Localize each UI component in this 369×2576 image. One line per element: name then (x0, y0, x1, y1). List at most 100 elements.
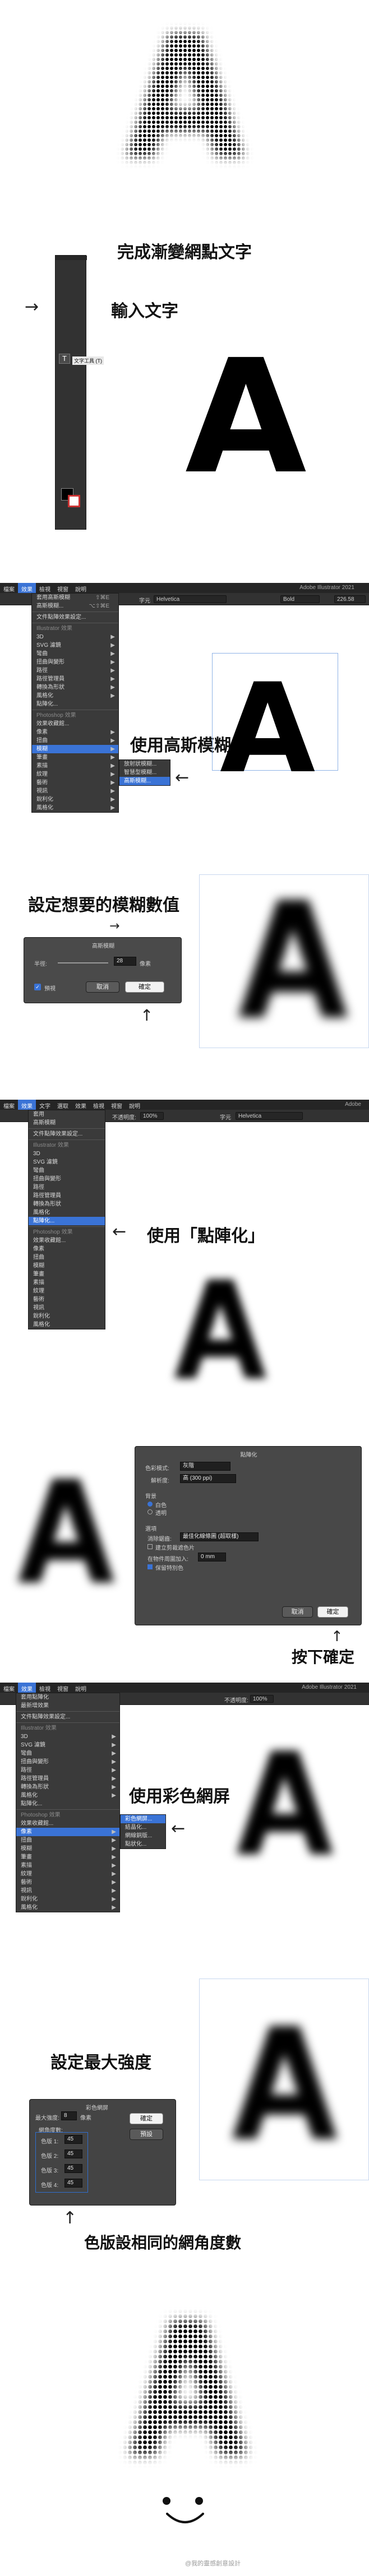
radius-slider[interactable] (58, 962, 108, 963)
menu-item[interactable]: 藝術 ▶ (16, 1878, 119, 1887)
max-radius-input[interactable]: 8 (61, 2111, 77, 2120)
menu-item[interactable]: 套用高斯模糊 ⇧⌘E (32, 594, 118, 602)
menu-item[interactable]: 扭曲 ▶ (32, 736, 118, 745)
menu-item[interactable]: 路徑 (29, 1183, 105, 1192)
menu-item[interactable]: 視訊 ▶ (32, 787, 118, 795)
menu-item[interactable]: 素描 ▶ (32, 762, 118, 770)
menu-item[interactable]: 素描 ▶ (16, 1861, 119, 1870)
menu-item-blur[interactable]: 模糊 ▶ (32, 745, 118, 753)
menu-item[interactable]: 風格化 ▶ (32, 692, 118, 700)
stroke-swatch[interactable] (68, 495, 80, 507)
menu-item[interactable]: 文件點陣效果設定... (29, 1130, 105, 1138)
menu-item[interactable]: 風格化 ▶ (16, 1903, 119, 1912)
opacity-field[interactable]: 100% (140, 1112, 164, 1120)
menu-item[interactable]: 3D (29, 1150, 105, 1158)
font-field[interactable]: Helvetica (236, 1112, 303, 1120)
menu-item[interactable]: 3D ▶ (32, 633, 118, 641)
menu-item[interactable]: 點陣化... (16, 1800, 119, 1808)
menu-item[interactable]: 路徑管理員 ▶ (32, 675, 118, 683)
preview-checkbox[interactable]: ✓ (34, 984, 41, 990)
clipping-checkbox[interactable] (147, 1544, 153, 1549)
menu-item[interactable]: 像素 (29, 1245, 105, 1253)
menu-item[interactable]: 高斯模糊... ⌥⇧⌘E (32, 602, 118, 610)
menu-item[interactable]: 素描 (29, 1278, 105, 1287)
menu-item[interactable]: 轉換為形狀 ▶ (16, 1783, 119, 1791)
menu-item[interactable]: 紋理 ▶ (16, 1870, 119, 1878)
ok-button[interactable]: 確定 (130, 2113, 163, 2124)
menu-item[interactable]: 扭曲與變形 (29, 1175, 105, 1183)
type-tool-icon[interactable]: T (59, 354, 70, 364)
ok-button[interactable]: 確定 (125, 981, 164, 993)
menu-item[interactable]: 風格化 (29, 1208, 105, 1217)
size-field[interactable]: 226.58 (334, 595, 366, 603)
antialias-select[interactable]: 最佳化線條圖 (超取樣) (180, 1532, 259, 1541)
menu-item[interactable]: 文件點陣效果設定... (32, 613, 118, 622)
menu-item[interactable]: 效果收藏館... (16, 1819, 119, 1828)
opacity-field[interactable]: 100% (250, 1695, 274, 1703)
menu-item[interactable]: 視訊 ▶ (16, 1887, 119, 1895)
menu-item[interactable]: 銳利化 (29, 1312, 105, 1321)
font-field[interactable]: Helvetica (154, 595, 227, 603)
reset-button[interactable]: 預設 (130, 2129, 163, 2140)
menu-item[interactable]: 模糊 (29, 1262, 105, 1270)
menu-item[interactable]: 彎曲 ▶ (32, 650, 118, 658)
menu-item[interactable]: 扭曲 (29, 1253, 105, 1262)
resolution-select[interactable]: 高 (300 ppi) (180, 1474, 236, 1483)
radius-input[interactable]: 28 (114, 957, 136, 966)
menu-item[interactable]: 效果收藏館... (32, 720, 118, 728)
menu-item[interactable]: 效果收藏館... (29, 1236, 105, 1245)
menu-item[interactable]: 模糊 ▶ (16, 1845, 119, 1853)
keep-spot-checkbox[interactable] (147, 1564, 153, 1569)
submenu-item[interactable]: 結晶化... (121, 1823, 165, 1832)
menu-item[interactable]: 視訊 (29, 1304, 105, 1312)
menu-item[interactable]: SVG 濾鏡 ▶ (16, 1741, 119, 1749)
color-model-select[interactable]: 灰階 (180, 1462, 230, 1471)
menu-item[interactable]: 彎曲 (29, 1166, 105, 1175)
cancel-button[interactable]: 取消 (86, 981, 119, 993)
bg-transparent-radio[interactable] (147, 1509, 153, 1514)
menu-item[interactable]: 3D ▶ (16, 1732, 119, 1741)
menu-item[interactable]: 像素 ▶ (32, 728, 118, 736)
menu-item[interactable]: 扭曲與變形 ▶ (16, 1758, 119, 1766)
menu-item[interactable]: 高斯模糊 (29, 1119, 105, 1127)
menu-item[interactable]: 扭曲 ▶ (16, 1836, 119, 1845)
ok-button[interactable]: 確定 (317, 1606, 348, 1618)
menu-item[interactable]: 紋理 ▶ (32, 770, 118, 779)
menu-item[interactable]: 扭曲與變形 ▶ (32, 658, 118, 666)
menu-item[interactable]: 紋理 (29, 1287, 105, 1295)
menu-item[interactable]: SVG 濾鏡 ▶ (32, 641, 118, 650)
add-around-input[interactable]: 0 mm (198, 1553, 226, 1562)
bg-white-radio[interactable] (147, 1502, 153, 1507)
menu-item[interactable]: 藝術 ▶ (32, 779, 118, 787)
submenu-item[interactable]: 智慧型模糊... (119, 768, 170, 777)
submenu-item-color-halftone[interactable]: 彩色網屏... (121, 1815, 165, 1823)
menu-item-rasterize[interactable]: 點陣化... (29, 1217, 105, 1225)
menu-item[interactable]: 風格化 ▶ (32, 804, 118, 812)
menu-item[interactable]: 路徑 ▶ (16, 1766, 119, 1775)
menu-item[interactable]: 筆畫 ▶ (32, 753, 118, 762)
menu-item[interactable]: 風格化 (29, 1321, 105, 1329)
menu-item[interactable]: 彎曲 ▶ (16, 1749, 119, 1758)
submenu-item[interactable]: 放射狀模糊... (119, 760, 170, 768)
menu-item-pixelate[interactable]: 像素 ▶ (16, 1828, 119, 1836)
menu-item[interactable]: SVG 濾鏡 (29, 1158, 105, 1166)
menu-item[interactable]: 筆畫 (29, 1270, 105, 1278)
menu-item[interactable]: 文件點陣效果設定... (16, 1713, 119, 1721)
menu-item[interactable]: 點陣化... (32, 700, 118, 708)
submenu-item-gaussian[interactable]: 高斯模糊... (119, 777, 170, 785)
menu-item[interactable]: 路徑 ▶ (32, 666, 118, 675)
submenu-item[interactable]: 網線銅版... (121, 1832, 165, 1840)
menu-item[interactable]: 銳利化 ▶ (32, 795, 118, 804)
menu-item[interactable]: 轉換為形狀 ▶ (32, 683, 118, 692)
cancel-button[interactable]: 取消 (282, 1606, 313, 1618)
submenu-item[interactable]: 點狀化... (121, 1840, 165, 1848)
menu-item[interactable]: 轉換為形狀 (29, 1200, 105, 1208)
menu-item[interactable]: 套用點陣化 (16, 1693, 119, 1702)
menu-item[interactable]: 銳利化 ▶ (16, 1895, 119, 1903)
menu-item[interactable]: 最新增效果 (16, 1702, 119, 1710)
menu-item[interactable]: 藝術 (29, 1295, 105, 1304)
menu-item[interactable]: 套用 (29, 1110, 105, 1119)
menu-item[interactable]: 路徑管理員 ▶ (16, 1775, 119, 1783)
menu-item[interactable]: 筆畫 ▶ (16, 1853, 119, 1861)
weight-field[interactable]: Bold (280, 595, 320, 603)
